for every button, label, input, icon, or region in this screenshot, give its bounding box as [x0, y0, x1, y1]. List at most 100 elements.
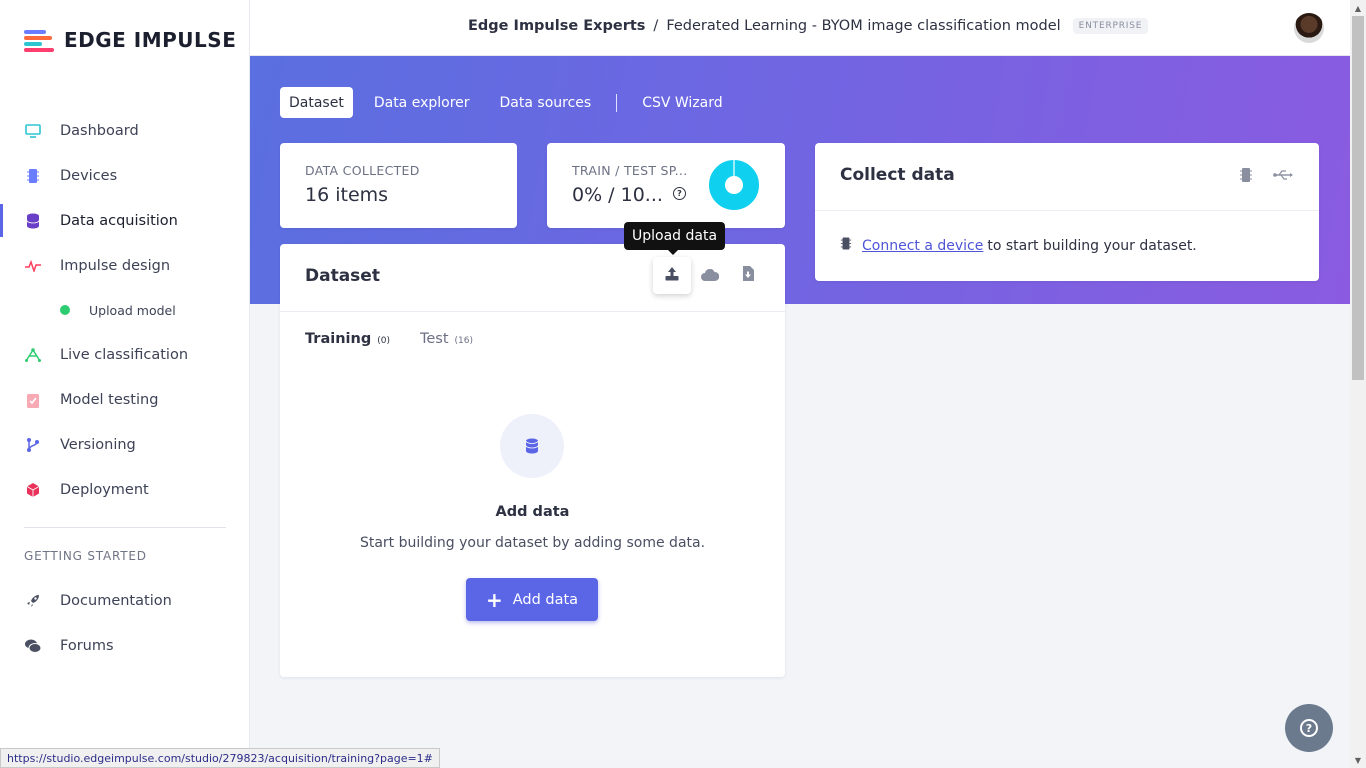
- clipboard-check-icon: [24, 391, 42, 409]
- collect-data-title: Collect data: [840, 165, 955, 185]
- sidebar-item-model-testing[interactable]: Model testing: [0, 377, 250, 422]
- sidebar-item-label: Upload model: [89, 302, 176, 318]
- add-data-button-label: Add data: [512, 591, 579, 608]
- edge-impulse-logo-icon: [24, 28, 56, 52]
- sidebar-item-documentation[interactable]: Documentation: [0, 578, 250, 623]
- tab-divider: [616, 93, 618, 112]
- sidebar-item-label: Versioning: [60, 436, 136, 453]
- logo[interactable]: EDGE IMPULSE: [24, 28, 236, 52]
- breadcrumb-organization[interactable]: Edge Impulse Experts: [468, 18, 645, 34]
- network-icon: [24, 346, 42, 364]
- cloud-data-button[interactable]: [691, 257, 729, 294]
- data-collected-label: DATA COLLECTED: [305, 163, 420, 178]
- sidebar-item-forums[interactable]: Forums: [0, 623, 250, 668]
- top-bar: Edge Impulse Experts / Federated Learnin…: [250, 0, 1350, 56]
- page-tabs: Dataset Data explorer Data sources CSV W…: [280, 87, 744, 118]
- sidebar-item-versioning[interactable]: Versioning: [0, 422, 250, 467]
- sidebar-item-label: Documentation: [60, 592, 172, 609]
- sidebar-item-label: Forums: [60, 637, 114, 654]
- pulse-icon: [24, 257, 42, 275]
- empty-state-title: Add data: [495, 504, 570, 520]
- tab-csv-wizard[interactable]: CSV Wizard: [633, 87, 731, 118]
- sidebar-item-label: Deployment: [60, 481, 149, 498]
- export-data-button[interactable]: [729, 257, 767, 294]
- sidebar-item-deployment[interactable]: Deployment: [0, 467, 250, 512]
- data-collected-card: DATA COLLECTED 16 items: [280, 143, 517, 228]
- scroll-down-arrow-icon[interactable]: ▼: [1350, 752, 1366, 768]
- sidebar-item-label: Model testing: [60, 391, 159, 408]
- breadcrumb-separator: /: [653, 18, 659, 34]
- collect-data-text: to start building your dataset.: [987, 237, 1197, 254]
- help-button[interactable]: ?: [1285, 704, 1333, 752]
- sidebar-item-label: Dashboard: [60, 122, 139, 139]
- page-scrollbar[interactable]: ▲ ▼: [1350, 0, 1366, 768]
- cube-icon: [24, 481, 42, 499]
- browser-status-url: https://studio.edgeimpulse.com/studio/27…: [0, 748, 440, 768]
- usb-icon[interactable]: [1273, 167, 1293, 187]
- breadcrumb: Edge Impulse Experts / Federated Learnin…: [468, 18, 1149, 34]
- sidebar-section-title: GETTING STARTED: [24, 549, 147, 563]
- train-test-split-card: TRAIN / TEST SP... 0% / 10... ?: [547, 143, 785, 228]
- rocket-icon: [24, 592, 42, 610]
- tab-training-count: (0): [377, 336, 390, 346]
- scrollbar-thumb[interactable]: [1352, 16, 1364, 380]
- add-data-button[interactable]: + Add data: [466, 578, 598, 621]
- tab-test-count: (16): [454, 336, 473, 346]
- tab-test-label: Test: [419, 331, 449, 347]
- question-icon: ?: [1300, 719, 1318, 737]
- sidebar-item-live-classification[interactable]: Live classification: [0, 332, 250, 377]
- collect-data-message: Connect a device to start building your …: [840, 236, 1197, 255]
- upload-data-tooltip: Upload data: [624, 222, 726, 255]
- sidebar-item-label: Live classification: [60, 346, 189, 363]
- tab-training-label: Training: [305, 331, 372, 347]
- device-chip-icon[interactable]: [1239, 167, 1253, 187]
- branch-icon: [24, 436, 42, 454]
- upload-data-button[interactable]: [653, 257, 691, 294]
- plus-icon: +: [485, 587, 503, 612]
- breadcrumb-project[interactable]: Federated Learning - BYOM image classifi…: [666, 18, 1060, 34]
- empty-state-subtitle: Start building your dataset by adding so…: [359, 535, 706, 551]
- train-test-split-value: 0% / 10...: [572, 184, 663, 206]
- dataset-title: Dataset: [305, 266, 380, 286]
- collect-data-divider: [815, 210, 1319, 211]
- tab-data-explorer[interactable]: Data explorer: [365, 87, 479, 118]
- dataset-actions: [653, 257, 767, 294]
- sidebar: EDGE IMPULSE Dashboard Devices Data acqu…: [0, 0, 250, 768]
- scroll-up-arrow-icon[interactable]: ▲: [1350, 0, 1366, 16]
- tab-data-sources[interactable]: Data sources: [491, 87, 601, 118]
- collect-data-actions: [1239, 167, 1293, 187]
- tab-test[interactable]: Test (16): [420, 331, 473, 347]
- split-help-icon[interactable]: ?: [673, 187, 686, 200]
- database-icon: [24, 212, 42, 230]
- sidebar-item-data-acquisition[interactable]: Data acquisition: [0, 198, 250, 243]
- sidebar-item-upload-model[interactable]: Upload model: [0, 288, 250, 332]
- train-test-split-label: TRAIN / TEST SP...: [572, 163, 688, 178]
- split-pie-chart: [709, 160, 759, 210]
- sidebar-item-label: Impulse design: [60, 257, 171, 274]
- cloud-icon: [701, 266, 720, 285]
- chat-icon: [24, 637, 42, 655]
- sidebar-item-dashboard[interactable]: Dashboard: [0, 108, 250, 153]
- dataset-tabs: Training (0) Test (16): [305, 331, 473, 347]
- dataset-divider: [280, 311, 785, 312]
- monitor-icon: [24, 122, 42, 140]
- getting-started-nav: Documentation Forums: [0, 578, 250, 668]
- data-collected-value: 16 items: [305, 184, 389, 206]
- enterprise-badge: ENTERPRISE: [1072, 18, 1149, 34]
- sidebar-item-label: Devices: [60, 167, 118, 184]
- connect-device-link[interactable]: Connect a device: [862, 238, 983, 254]
- sidebar-divider: [24, 527, 226, 528]
- file-download-icon: [742, 266, 754, 285]
- user-avatar[interactable]: [1294, 13, 1324, 43]
- sidebar-item-impulse-design[interactable]: Impulse design: [0, 243, 250, 288]
- tab-dataset[interactable]: Dataset: [280, 87, 353, 118]
- tab-training[interactable]: Training (0): [305, 331, 390, 347]
- collect-data-card: Collect data Connect a device to start b…: [815, 143, 1319, 281]
- logo-text: EDGE IMPULSE: [64, 28, 237, 52]
- sidebar-item-label: Data acquisition: [60, 212, 178, 229]
- upload-icon: [665, 266, 679, 285]
- empty-state-database-icon: [500, 414, 564, 478]
- connect-chip-icon: [840, 236, 852, 255]
- sidebar-item-devices[interactable]: Devices: [0, 153, 250, 198]
- sidebar-nav: Dashboard Devices Data acquisition Impul…: [0, 108, 250, 512]
